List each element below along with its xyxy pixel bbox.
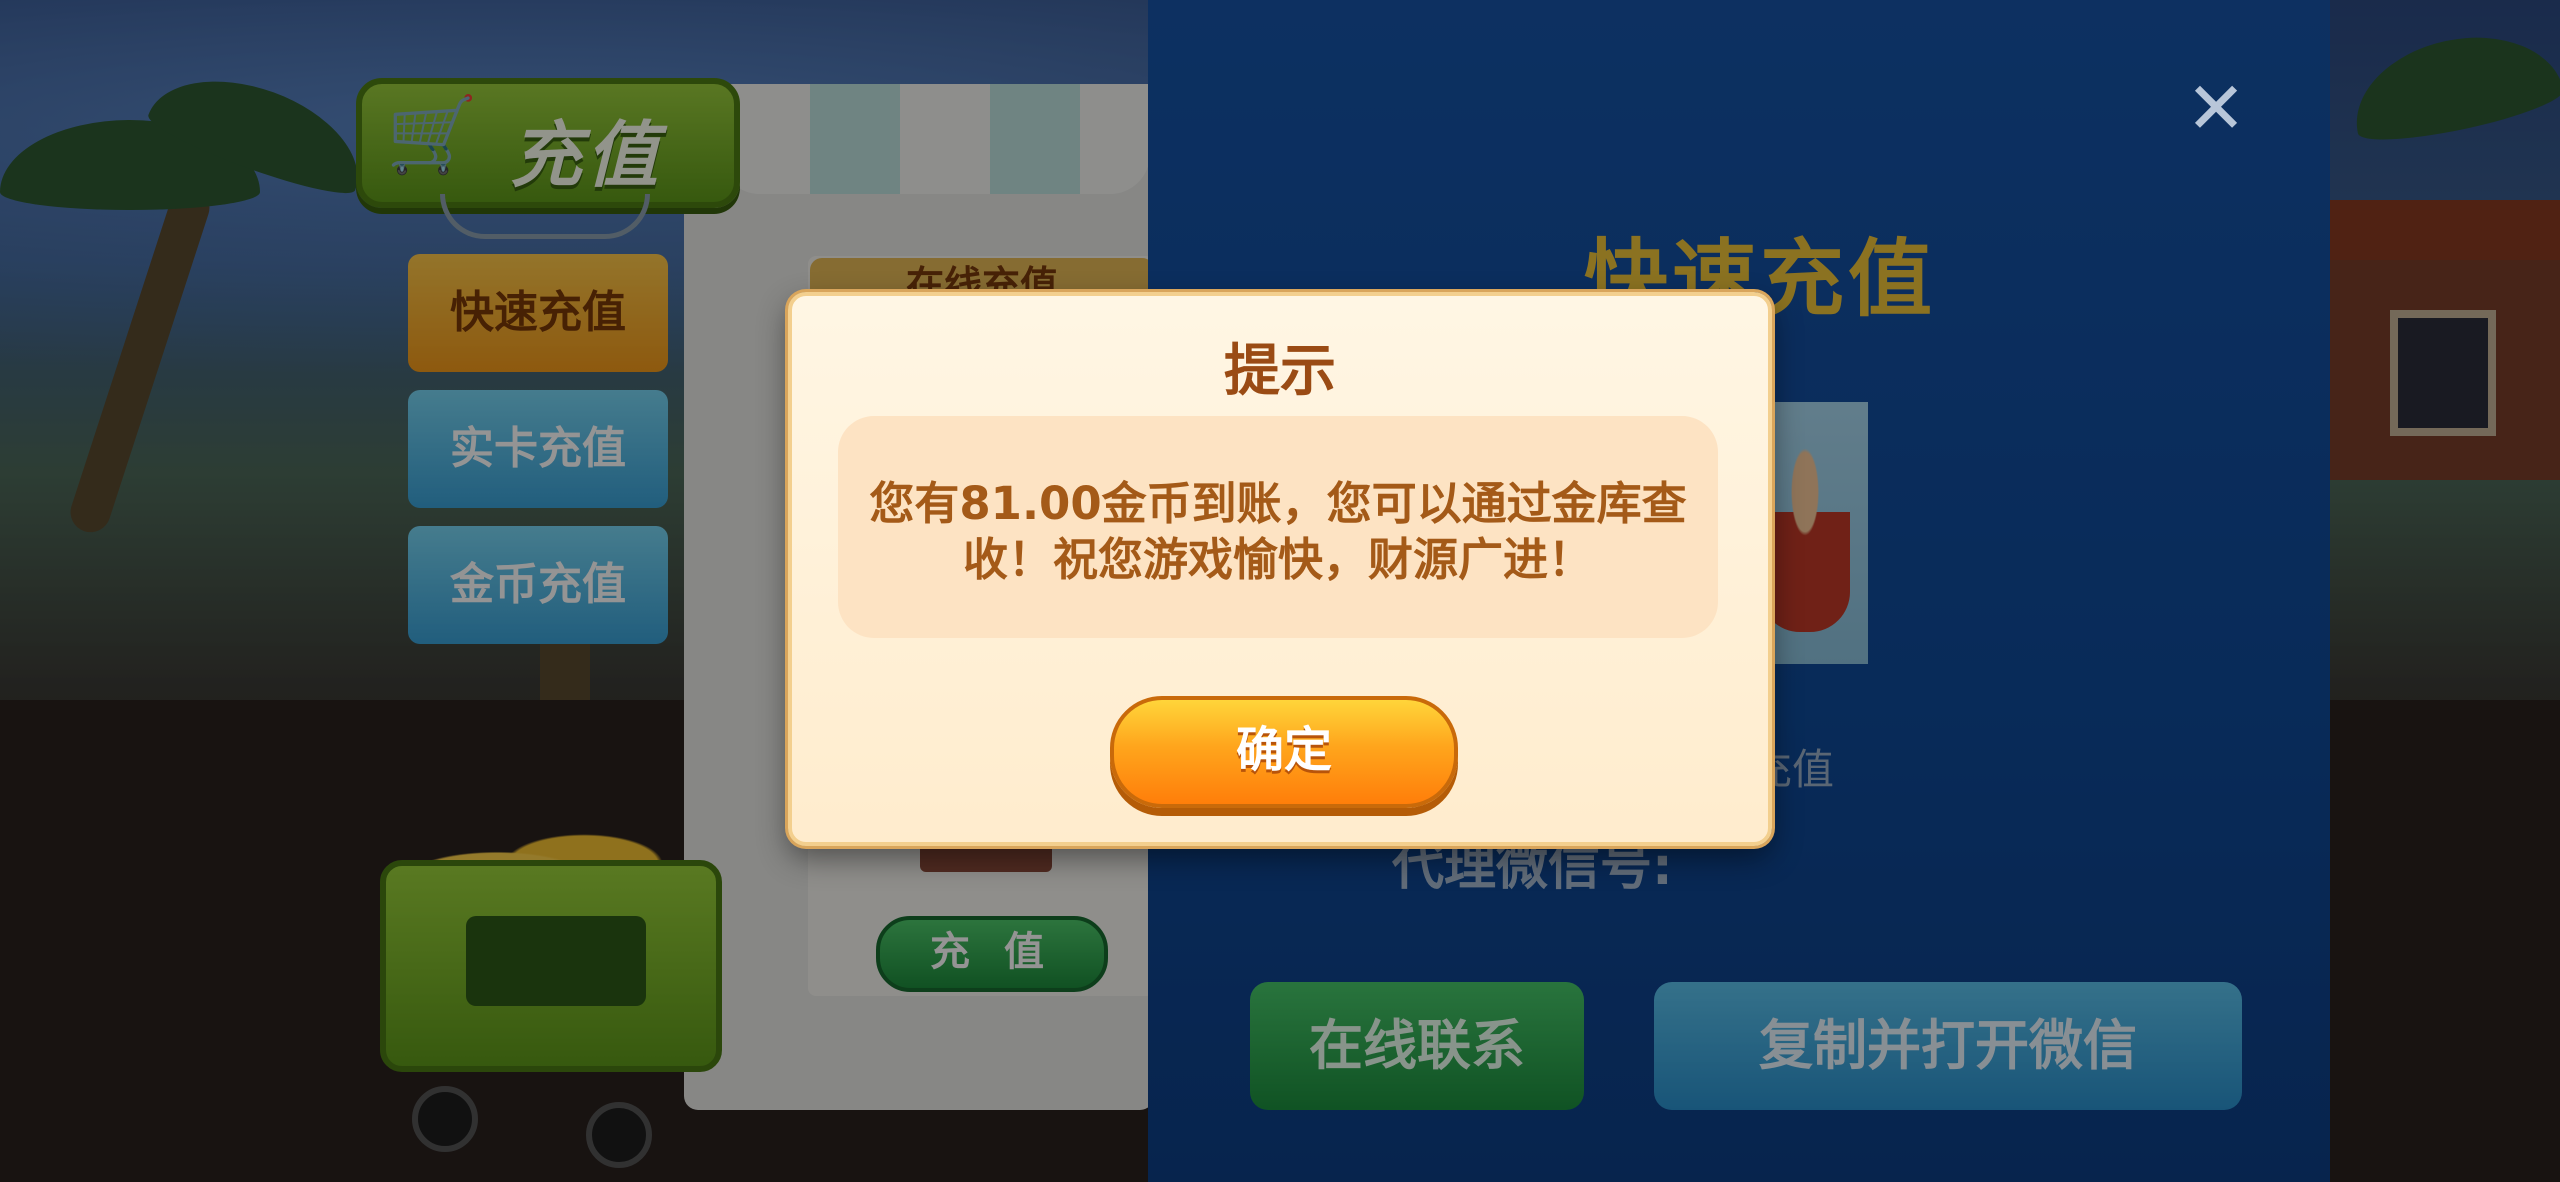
ok-button[interactable]: 确定: [1110, 696, 1458, 808]
close-icon[interactable]: ✕: [2180, 72, 2252, 144]
dialog-title: 提示: [1224, 339, 1336, 404]
dialog-message-line: 您有81.00金币到账，您可以通过金库查: [869, 477, 1687, 530]
dialog-message: 您有81.00金币到账，您可以通过金库查 收！祝您游戏愉快，财源广进！: [854, 476, 1702, 588]
dialog-message-line: 收！祝您游戏愉快，财源广进！: [962, 533, 1593, 586]
dialog-message-box: 您有81.00金币到账，您可以通过金库查 收！祝您游戏愉快，财源广进！: [838, 416, 1718, 638]
